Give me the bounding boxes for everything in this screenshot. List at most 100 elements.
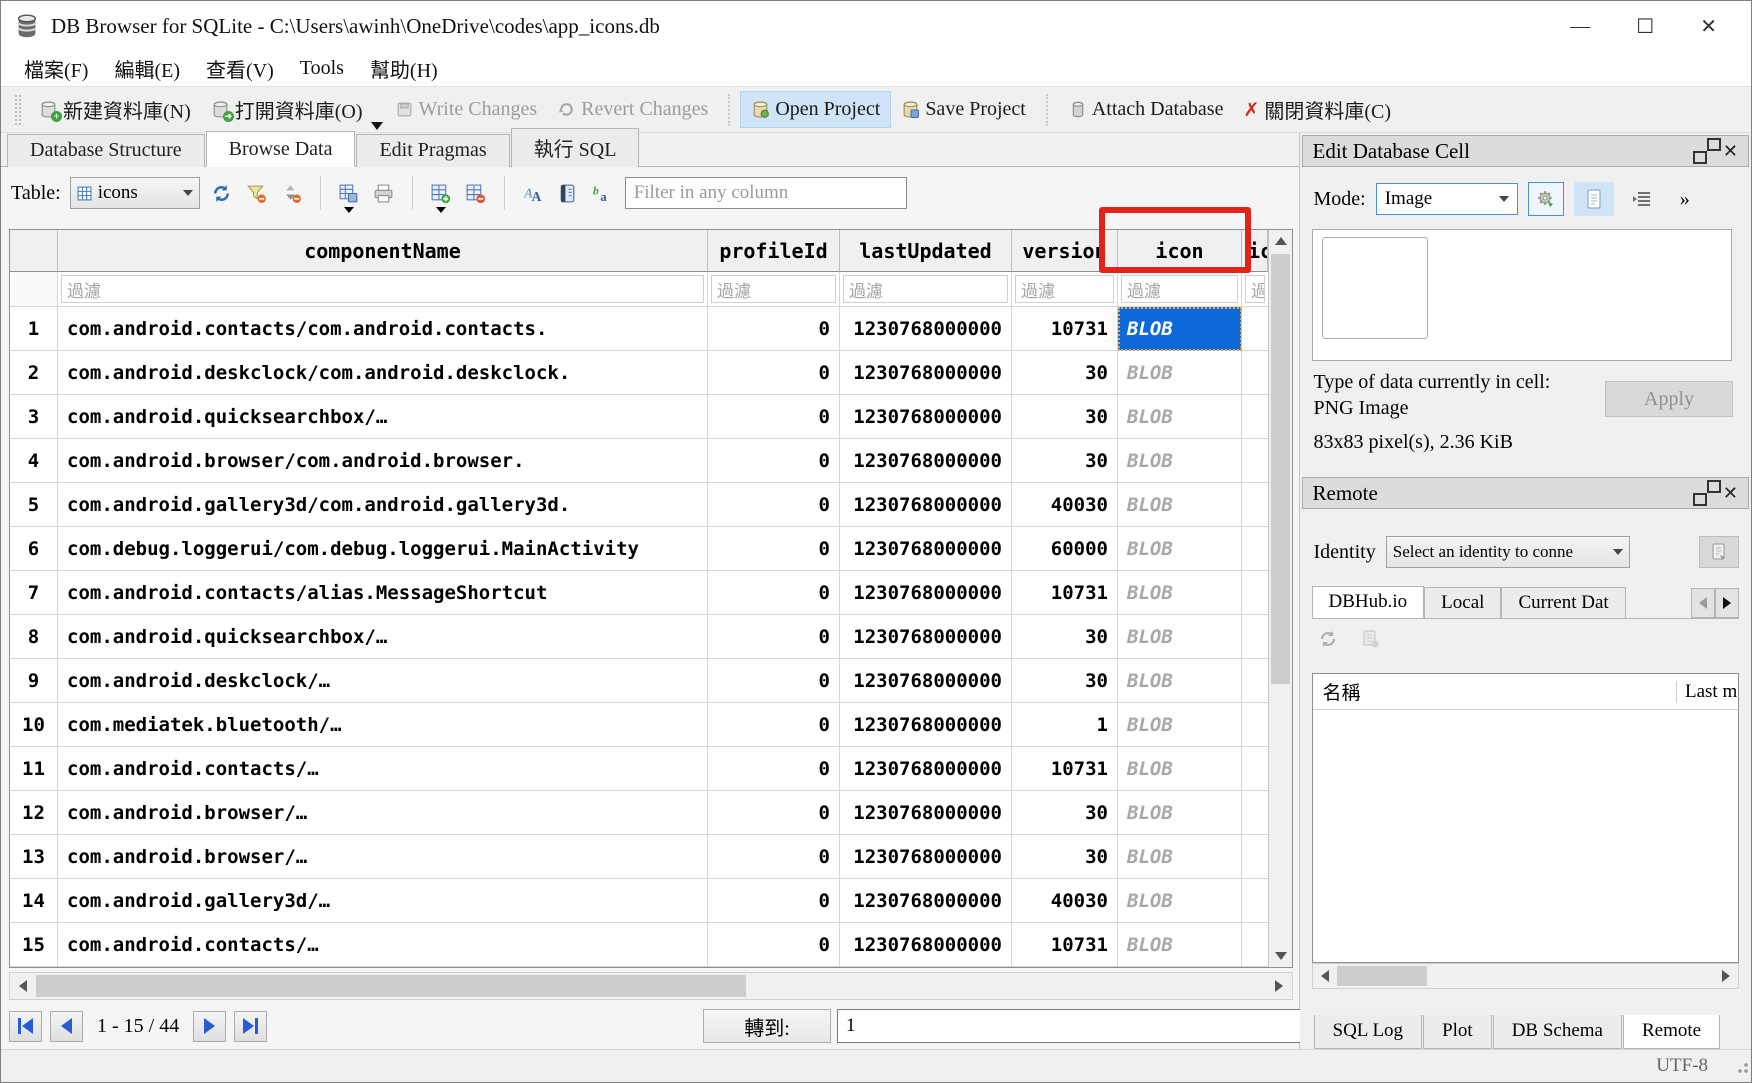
cell-lastUpdated[interactable]: 1230768000000 [840,703,1012,747]
cell-lastUpdated[interactable]: 1230768000000 [840,527,1012,571]
cell-icon[interactable]: BLOB [1118,659,1242,703]
cell-lastUpdated[interactable]: 1230768000000 [840,835,1012,879]
cell-lastUpdated[interactable]: 1230768000000 [840,879,1012,923]
remote-tab-current-database[interactable]: Current Dat [1501,587,1625,618]
cell-componentName[interactable]: com.android.quicksearchbox/… [58,395,708,439]
cell-cut[interactable] [1242,527,1268,571]
cell-cut[interactable] [1242,439,1268,483]
cell-lastUpdated[interactable]: 1230768000000 [840,395,1012,439]
horizontal-scrollbar-thumb[interactable] [36,975,746,997]
row-number[interactable]: 4 [10,439,58,483]
cell-version[interactable]: 40030 [1012,483,1118,527]
cell-version[interactable]: 10731 [1012,747,1118,791]
open-database-button[interactable]: ➜ 打開資料庫(O) [201,89,373,130]
row-number[interactable]: 7 [10,571,58,615]
cell-componentName[interactable]: com.android.gallery3d/… [58,879,708,923]
more-tools-button[interactable]: » [1670,182,1700,216]
cell-profileId[interactable]: 0 [708,439,840,483]
table-row[interactable]: 4com.android.browser/com.android.browser… [10,439,1268,483]
column-header-profileId[interactable]: profileId [708,230,840,272]
cell-icon[interactable]: BLOB [1118,879,1242,923]
scroll-down-button[interactable] [1269,945,1292,967]
remote-list-header-name[interactable]: 名稱 [1313,678,1676,705]
horizontal-scrollbar-thumb[interactable] [1337,966,1427,986]
filter-input-componentName[interactable]: 過濾 [61,275,704,303]
menu-help[interactable]: 幫助(H) [357,52,451,85]
menu-view[interactable]: 查看(V) [193,52,287,85]
cell-icon[interactable]: BLOB [1118,747,1242,791]
previous-page-button[interactable] [50,1011,83,1042]
cell-lastUpdated[interactable]: 1230768000000 [840,923,1012,967]
cell-profileId[interactable]: 0 [708,835,840,879]
cell-icon[interactable]: BLOB [1118,439,1242,483]
row-number[interactable]: 13 [10,835,58,879]
scroll-left-button[interactable] [10,973,36,999]
dictionary-button[interactable] [555,178,581,208]
close-button[interactable]: ✕ [1700,14,1717,39]
cell-version[interactable]: 30 [1012,835,1118,879]
table-row[interactable]: 9com.android.deskclock/…0123076800000030… [10,659,1268,703]
cell-icon[interactable]: BLOB [1118,923,1242,967]
cell-lastUpdated[interactable]: 1230768000000 [840,615,1012,659]
column-header-icon[interactable]: icon [1118,230,1242,272]
row-number[interactable]: 1 [10,307,58,351]
table-row[interactable]: 8com.android.quicksearchbox/…01230768000… [10,615,1268,659]
maximize-button[interactable]: ☐ [1636,14,1654,39]
insert-record-button[interactable] [428,178,454,208]
cell-profileId[interactable]: 0 [708,395,840,439]
row-number[interactable]: 12 [10,791,58,835]
cell-cut[interactable] [1242,351,1268,395]
cell-cut[interactable] [1242,307,1268,351]
filter-input-cut[interactable]: 過濾 [1245,275,1265,303]
cell-version[interactable]: 40030 [1012,879,1118,923]
row-number[interactable]: 6 [10,527,58,571]
cell-cut[interactable] [1242,659,1268,703]
mode-select[interactable]: Image [1376,183,1518,215]
auto-apply-button[interactable] [1528,182,1564,216]
text-view-button[interactable] [1574,182,1614,216]
dock-tab-plot[interactable]: Plot [1423,1015,1492,1049]
cell-profileId[interactable]: 0 [708,747,840,791]
format-button[interactable] [1624,182,1660,216]
cell-profileId[interactable]: 0 [708,659,840,703]
row-number[interactable]: 9 [10,659,58,703]
cell-componentName[interactable]: com.android.browser/com.android.browser. [58,439,708,483]
filter-input-icon[interactable]: 過濾 [1121,275,1238,303]
cell-version[interactable]: 30 [1012,615,1118,659]
row-number[interactable]: 11 [10,747,58,791]
menu-tools[interactable]: Tools [287,55,357,82]
cell-version[interactable]: 10731 [1012,307,1118,351]
dock-tab-sql-log[interactable]: SQL Log [1314,1015,1423,1049]
cell-version[interactable]: 10731 [1012,571,1118,615]
cell-componentName[interactable]: com.android.browser/… [58,835,708,879]
cell-componentName[interactable]: com.android.deskclock/com.android.deskcl… [58,351,708,395]
cell-profileId[interactable]: 0 [708,879,840,923]
cell-icon[interactable]: BLOB [1118,835,1242,879]
menu-edit[interactable]: 編輯(E) [101,52,193,85]
table-row[interactable]: 12com.android.browser/…0123076800000030B… [10,791,1268,835]
cell-cut[interactable] [1242,395,1268,439]
close-panel-icon[interactable]: ✕ [1723,141,1738,162]
table-row[interactable]: 1com.android.contacts/com.android.contac… [10,307,1268,351]
first-page-button[interactable] [9,1011,42,1042]
tab-execute-sql[interactable]: 執行 SQL [511,128,640,167]
refresh-button[interactable] [209,178,235,208]
open-database-dropdown-caret[interactable] [371,122,383,130]
save-results-dropdown-caret[interactable] [344,207,354,213]
filter-input-version[interactable]: 過濾 [1015,275,1114,303]
cell-cut[interactable] [1242,835,1268,879]
tab-edit-pragmas[interactable]: Edit Pragmas [356,134,509,167]
row-number[interactable]: 8 [10,615,58,659]
cell-componentName[interactable]: com.debug.loggerui/com.debug.loggerui.Ma… [58,527,708,571]
remote-clone-database-icon[interactable] [1360,629,1380,649]
tab-database-structure[interactable]: Database Structure [7,134,205,167]
tab-scroll-right-button[interactable] [1715,588,1739,618]
cell-icon[interactable]: BLOB [1118,615,1242,659]
close-panel-icon[interactable]: ✕ [1723,483,1738,504]
table-row[interactable]: 2com.android.deskclock/com.android.deskc… [10,351,1268,395]
grid-vertical-scrollbar[interactable] [1268,230,1292,967]
cell-componentName[interactable]: com.android.gallery3d/com.android.galler… [58,483,708,527]
cell-icon[interactable]: BLOB [1118,527,1242,571]
cell-profileId[interactable]: 0 [708,923,840,967]
minimize-button[interactable]: — [1570,15,1590,38]
